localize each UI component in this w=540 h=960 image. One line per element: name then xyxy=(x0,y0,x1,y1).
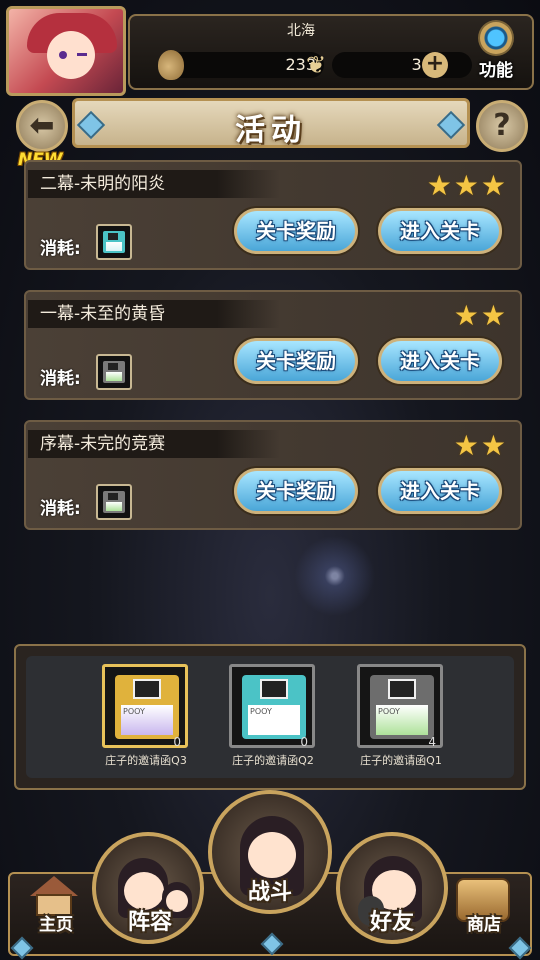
stage-reward-button[interactable]: 关卡奖励 xyxy=(234,338,358,384)
item-count: 0 xyxy=(173,735,181,749)
star-rating: ★★ xyxy=(453,299,508,332)
bottom-nav: 主页 阵容 战斗 好友 商店 xyxy=(0,786,540,960)
back-button[interactable]: ⬅ xyxy=(16,100,68,152)
stage-card: 一幕-未至的黄昏 ★★ 消耗: 关卡奖励 进入关卡 xyxy=(24,290,522,400)
player-avatar[interactable] xyxy=(6,6,126,96)
item-slot: POOY 0 xyxy=(102,664,188,749)
floppy-disk-icon xyxy=(96,354,132,390)
item-name: 庄子的邀请函Q3 xyxy=(105,754,187,767)
cost-label: 消耗: xyxy=(40,369,81,389)
item-count: 4 xyxy=(428,735,436,749)
top-bar: 北海 233 ❦ 300 + 功能 xyxy=(0,0,540,96)
stage-card: 二幕-未明的阳炎 ★★★ 消耗: 关卡奖励 进入关卡 xyxy=(24,160,522,270)
item-name: 庄子的邀请函Q1 xyxy=(360,754,442,767)
item-slot: POOY 0 xyxy=(229,664,315,749)
inventory-panel: POOY 0 庄子的邀请函Q3 POOY 0 庄子的邀请函Q2 POOY 4 庄… xyxy=(14,644,526,790)
enter-stage-button[interactable]: 进入关卡 xyxy=(378,208,502,254)
add-currency-icon[interactable]: + xyxy=(422,52,448,78)
function-label: 功能 xyxy=(479,61,513,81)
currency-2-value: 300 xyxy=(332,52,472,78)
disk-label: POOY xyxy=(248,705,300,735)
stage-name: 一幕-未至的黄昏 xyxy=(28,300,280,328)
item-name: 庄子的邀请函Q2 xyxy=(232,754,314,767)
gear-icon xyxy=(478,20,514,56)
nav-home[interactable]: 主页 xyxy=(26,910,86,935)
floppy-disk-icon: POOY xyxy=(370,675,434,739)
cost-label: 消耗: xyxy=(40,239,81,259)
drop-currency-icon xyxy=(158,50,184,80)
item-count: 0 xyxy=(300,735,308,749)
enter-stage-button[interactable]: 进入关卡 xyxy=(378,468,502,514)
butterfly-icon: ❦ xyxy=(305,51,327,79)
stage-reward-button[interactable]: 关卡奖励 xyxy=(234,468,358,514)
back-arrow-icon: ⬅ xyxy=(29,108,55,143)
stage-name: 二幕-未明的阳炎 xyxy=(28,170,280,198)
nav-shop[interactable]: 商店 xyxy=(454,910,514,935)
stage-reward-button[interactable]: 关卡奖励 xyxy=(234,208,358,254)
enter-stage-button[interactable]: 进入关卡 xyxy=(378,338,502,384)
inventory-item[interactable]: POOY 0 庄子的邀请函Q3 xyxy=(102,664,190,774)
inventory-item[interactable]: POOY 4 庄子的邀请函Q1 xyxy=(357,664,445,774)
star-rating: ★★ xyxy=(453,429,508,462)
question-icon: ? xyxy=(493,108,511,143)
inventory-item[interactable]: POOY 0 庄子的邀请函Q2 xyxy=(229,664,317,774)
title-banner: 活动 xyxy=(72,98,470,148)
nav-lineup: 阵容 xyxy=(127,910,172,935)
help-button[interactable]: ? xyxy=(476,100,528,152)
currency-1-value: 233 xyxy=(160,52,324,78)
disk-label: POOY xyxy=(121,705,173,735)
nav-battle: 战斗 xyxy=(247,880,292,905)
star-rating: ★★★ xyxy=(426,169,508,202)
cost-label: 消耗: xyxy=(40,499,81,519)
floppy-disk-icon xyxy=(96,224,132,260)
floppy-disk-icon: POOY xyxy=(115,675,179,739)
floppy-disk-icon: POOY xyxy=(242,675,306,739)
stage-name: 序幕-未完的竞赛 xyxy=(28,430,280,458)
floppy-disk-icon xyxy=(96,484,132,520)
item-slot: POOY 4 xyxy=(357,664,443,749)
function-button[interactable]: 功能 xyxy=(466,18,526,84)
page-title: 活动 xyxy=(235,113,307,148)
player-name: 北海 xyxy=(287,23,315,39)
stage-card: 序幕-未完的竞赛 ★★ 消耗: 关卡奖励 进入关卡 xyxy=(24,420,522,530)
player-info-panel: 北海 233 ❦ 300 + 功能 xyxy=(128,14,534,90)
disk-label: POOY xyxy=(376,705,428,735)
nav-friends: 好友 xyxy=(369,910,414,935)
